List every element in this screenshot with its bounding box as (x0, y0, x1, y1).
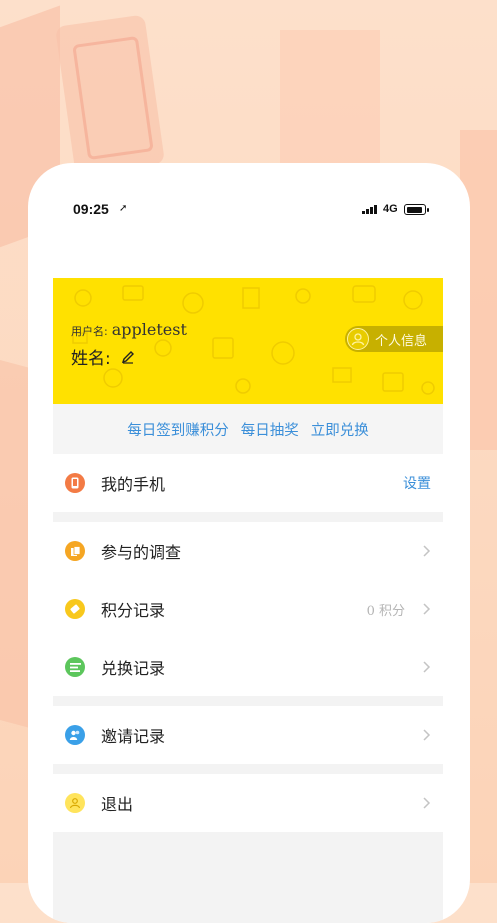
quick-links: 每日签到赚积分 每日抽奖 立即兑换 (53, 404, 443, 454)
menu-item-label: 邀请记录 (101, 727, 166, 746)
section-divider (53, 696, 443, 706)
people-icon (65, 725, 85, 745)
phone-icon (65, 473, 85, 493)
username-value: appletest (111, 320, 187, 339)
menu-item-label: 我的手机 (101, 475, 166, 494)
menu-item-label: 参与的调查 (101, 543, 182, 562)
background-shape (0, 351, 30, 729)
menu-item-label: 退出 (101, 795, 134, 814)
location-arrow-icon: ➚ (119, 203, 128, 214)
chevron-right-icon (423, 545, 431, 557)
username-label: 用户名: (71, 325, 108, 338)
settings-link[interactable]: 设置 (403, 473, 431, 493)
name-row: 姓名: (71, 344, 135, 369)
personal-info-label: 个人信息 (375, 333, 428, 349)
list-icon (65, 657, 85, 677)
personal-info-button[interactable]: 个人信息 (345, 326, 443, 352)
status-bar: 09:25 ➚ 4G (28, 163, 470, 223)
main-content: 用户名: appletest 姓名: 个人信息 每日签到赚积分 每日抽奖 立即兑… (53, 278, 443, 923)
menu-item-invite[interactable]: 邀请记录 (53, 706, 443, 764)
daily-checkin-link[interactable]: 每日签到赚积分 (127, 419, 229, 440)
menu-item-label: 兑换记录 (101, 659, 166, 678)
chevron-right-icon (423, 603, 431, 615)
ticket-icon (65, 599, 85, 619)
chevron-right-icon (423, 797, 431, 809)
status-time: 09:25 (73, 201, 109, 217)
bottom-spacer (53, 832, 443, 923)
battery-icon (404, 204, 429, 215)
section-divider (53, 764, 443, 774)
username-row: 用户名: appletest (71, 320, 187, 339)
avatar-icon (347, 328, 369, 350)
menu-item-logout[interactable]: 退出 (53, 774, 443, 832)
document-icon (65, 541, 85, 561)
signal-icon (362, 205, 377, 214)
daily-lottery-link[interactable]: 每日抽奖 (241, 419, 299, 440)
menu-item-points[interactable]: 积分记录 0 积分 (53, 580, 443, 638)
name-label: 姓名: (71, 349, 111, 369)
profile-banner: 用户名: appletest 姓名: 个人信息 (53, 278, 443, 404)
chevron-right-icon (423, 729, 431, 741)
redeem-now-link[interactable]: 立即兑换 (311, 419, 369, 440)
network-type: 4G (383, 203, 398, 215)
menu-item-surveys[interactable]: 参与的调查 (53, 522, 443, 580)
menu-item-label: 积分记录 (101, 601, 166, 620)
phone-frame: 09:25 ➚ 4G 用户名: appletest 姓名: 个人信息 每日签到赚… (28, 163, 470, 923)
points-balance: 0 积分 (366, 603, 405, 619)
chevron-right-icon (423, 661, 431, 673)
edit-pencil-icon[interactable] (121, 350, 135, 364)
menu-item-my-phone[interactable]: 我的手机 设置 (53, 454, 443, 512)
section-divider (53, 512, 443, 522)
user-icon (65, 793, 85, 813)
menu-item-exchange[interactable]: 兑换记录 (53, 638, 443, 696)
